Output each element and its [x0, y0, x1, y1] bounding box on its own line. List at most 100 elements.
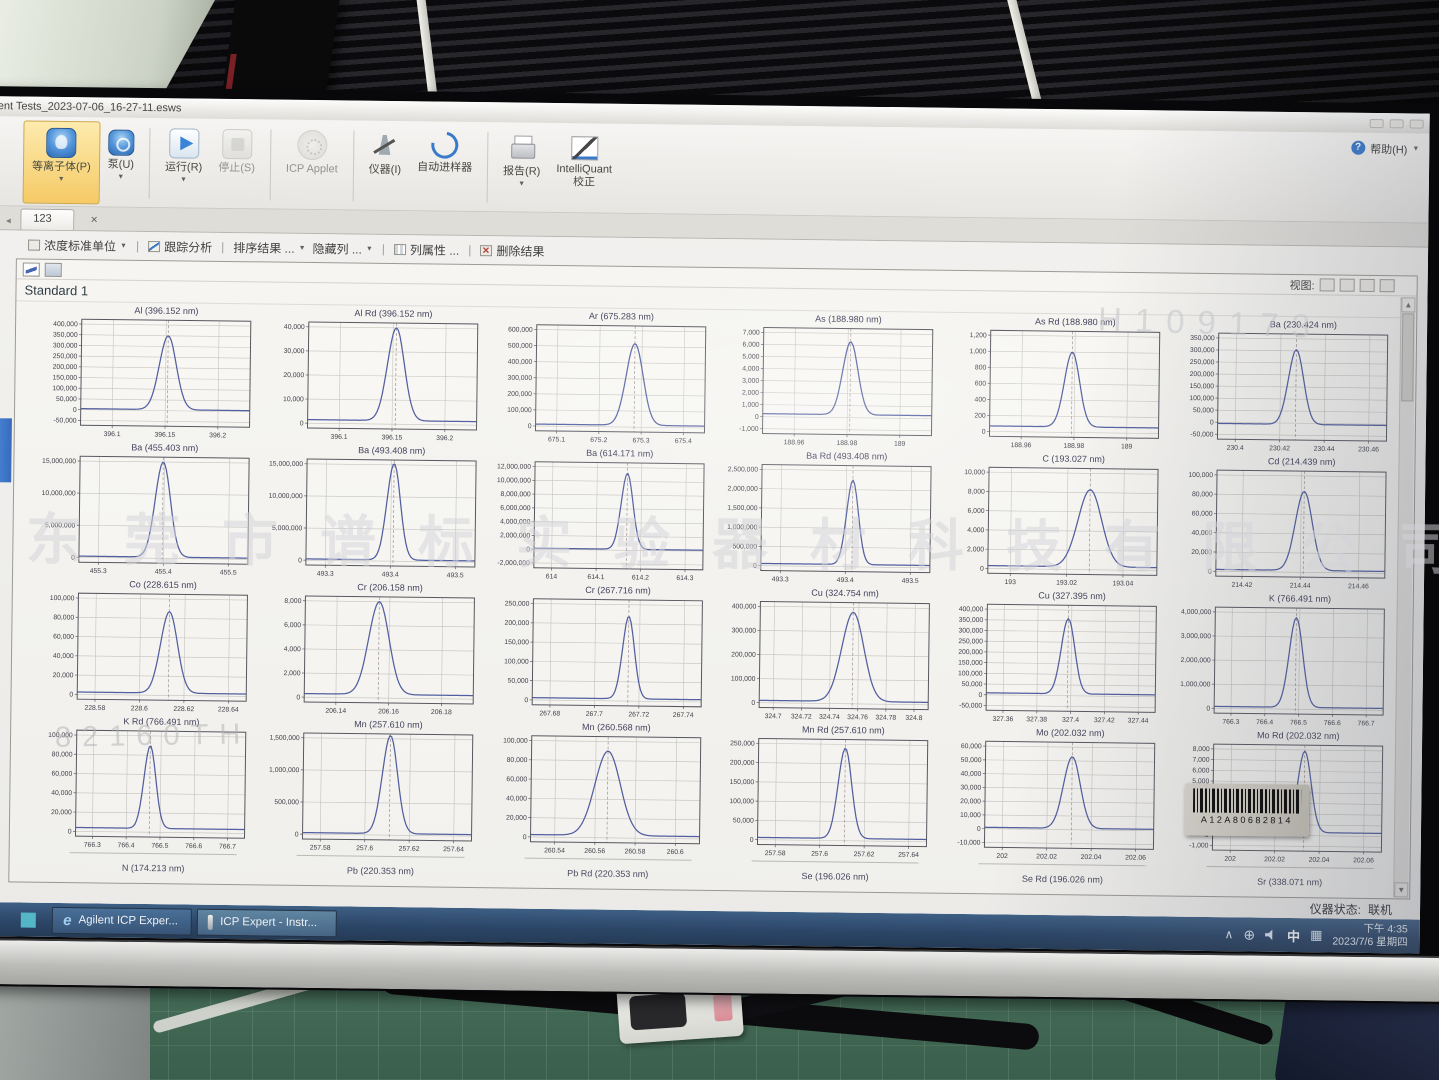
svg-text:1,000,000: 1,000,000	[727, 524, 758, 531]
chart-cell[interactable]: 7,0006,0005,0004,0003,0002,0001,0000-1,0…	[715, 312, 944, 452]
tab-close-icon[interactable]: ×	[91, 212, 98, 226]
chart-cell[interactable]: 1,500,0001,000,000500,0000257.58257.6257…	[255, 717, 484, 857]
ribbon-button-instrument[interactable]: 仪器(I)	[360, 125, 409, 209]
help-button[interactable]: ? 帮助(H) ▼	[1350, 137, 1423, 221]
box-icon	[28, 239, 40, 250]
ribbon-button-pump[interactable]: 泵(U)▼	[99, 121, 142, 205]
svg-text:40,000: 40,000	[51, 790, 72, 797]
chart-cell[interactable]: 250,000200,000150,000100,00050,0000267.6…	[484, 583, 713, 723]
svg-text:228.58: 228.58	[84, 705, 105, 712]
ime-indicator[interactable]: 中	[1287, 925, 1300, 944]
ribbon-button-autosampler[interactable]: 自动进样器	[409, 125, 481, 209]
chart-cell[interactable]: 2,500,0002,000,0001,500,0001,000,000500,…	[713, 449, 942, 589]
view-option-icon[interactable]	[1320, 278, 1335, 291]
scrollbar-thumb[interactable]	[1401, 313, 1414, 401]
chart-cell[interactable]: 10,0008,0006,0004,0002,0000193193.02193.…	[940, 452, 1169, 592]
svg-text:0: 0	[522, 834, 526, 841]
tray-expand-icon[interactable]: ∧	[1225, 927, 1234, 941]
chart-cell[interactable]: 8,0006,0004,0002,0000206.14206.16206.18C…	[257, 580, 486, 720]
toolbar-item-label: 排序结果 ...	[233, 239, 295, 257]
chart-cell[interactable]: 4,000,0003,000,0002,000,0001,000,0000766…	[1166, 591, 1395, 731]
keyboard-icon[interactable]: ▦	[1310, 927, 1322, 943]
taskbar-app-icp-expert[interactable]: ICP Expert - Instr...	[197, 908, 337, 937]
close-button[interactable]	[1410, 119, 1424, 128]
chart-cell[interactable]: 600,000500,000400,000300,000200,000100,0…	[487, 309, 716, 449]
image-view-icon[interactable]	[45, 262, 62, 276]
chart-cell[interactable]: 100,00080,00060,00040,00020,0000260.5426…	[482, 720, 711, 860]
ribbon-button-applet[interactable]: ICP Applet	[277, 124, 346, 208]
svg-text:202.06: 202.06	[1353, 857, 1374, 864]
spectrum-chart: 1,2001,0008006004002000188.96188.98189As…	[942, 315, 1171, 455]
ribbon-button-plasma[interactable]: 等离子体(P)▼	[23, 120, 101, 204]
svg-text:0: 0	[526, 546, 530, 553]
spectrum-chart: 250,000200,000150,000100,00050,0000267.6…	[484, 583, 713, 723]
volume-icon[interactable]	[1265, 929, 1277, 940]
taskbar-app-agilent[interactable]: e Agilent ICP Exper...	[52, 906, 192, 935]
minimize-button[interactable]	[1370, 118, 1384, 127]
svg-text:300,000: 300,000	[731, 627, 756, 634]
ribbon-button-report[interactable]: 报告(R)▼	[495, 126, 549, 210]
clock[interactable]: 下午 4:35 2023/7/6 星期四	[1332, 922, 1408, 949]
chart-title: Mo (202.032 nm)	[1036, 727, 1105, 738]
chart-cell[interactable]: 40,00030,00020,00010,0000396.1396.15396.…	[260, 306, 489, 446]
spectrum-chart: 350,000300,000250,000200,000150,000100,0…	[1169, 318, 1398, 458]
cropped-left-selection	[0, 418, 12, 482]
chart-cell[interactable]: 15,000,00010,000,0005,000,0000493.3493.4…	[258, 443, 487, 583]
svg-text:-1,000: -1,000	[739, 426, 759, 433]
chart-cell[interactable]: 350,000300,000250,000200,000150,000100,0…	[1169, 318, 1398, 458]
chart-cell[interactable]: 15,000,00010,000,0005,000,0000455.3455.4…	[31, 441, 260, 581]
chart-cell[interactable]: 60,00050,00040,00030,00020,00010,0000-10…	[937, 726, 1166, 866]
toolbar-item[interactable]: 浓度标准单位▼	[28, 236, 127, 254]
view-label: 视图:	[1290, 276, 1315, 292]
spectrum-chart: 60,00050,00040,00030,00020,00010,0000-10…	[937, 726, 1166, 866]
toolbar-item[interactable]: 排序结果 ...▼	[233, 239, 305, 257]
chart-cell[interactable]: 100,00080,00060,00040,00020,0000766.3766…	[28, 715, 257, 855]
view-option-icon[interactable]	[1340, 279, 1355, 292]
taskbar-app-icon[interactable]	[21, 912, 36, 927]
clock-date: 2023/7/6 星期四	[1332, 936, 1407, 950]
view-option-icon[interactable]	[1360, 279, 1375, 292]
toolbar-item[interactable]: 隐藏列 ...▼	[312, 240, 372, 258]
scroll-down-icon[interactable]: ▼	[1394, 882, 1408, 897]
svg-text:30,000: 30,000	[961, 784, 982, 791]
chart-cell[interactable]: 400,000350,000300,000250,000200,000150,0…	[33, 304, 262, 444]
svg-text:400,000: 400,000	[732, 603, 757, 610]
tab-123[interactable]: 123	[20, 208, 75, 230]
del-icon	[480, 245, 492, 256]
svg-text:230.46: 230.46	[1358, 446, 1379, 453]
ribbon-button-label: 仪器(I)	[369, 164, 402, 177]
ribbon-button-run[interactable]: 运行(R)▼	[157, 122, 211, 206]
chart-cell[interactable]: 1,2001,0008006004002000188.96188.98189As…	[942, 315, 1171, 455]
spectrum-chart: 100,00080,00060,00040,00020,0000214.4221…	[1168, 455, 1397, 595]
toolbar-item[interactable]: 删除结果	[480, 242, 544, 260]
svg-text:324.72: 324.72	[791, 713, 812, 720]
svg-text:80,000: 80,000	[53, 614, 74, 621]
ribbon-button-iq[interactable]: IntelliQuant 校正	[548, 127, 621, 211]
tab-scroll-left-icon[interactable]: ◄	[4, 216, 12, 225]
scroll-up-icon[interactable]: ▲	[1401, 297, 1415, 312]
chart-cell[interactable]: 400,000300,000200,000100,0000324.7324.72…	[711, 586, 940, 726]
svg-text:228.6: 228.6	[131, 705, 148, 712]
svg-text:150,000: 150,000	[1189, 383, 1214, 390]
svg-text:8,000,000: 8,000,000	[500, 491, 531, 498]
toolbar-item[interactable]: 列属性 ...	[394, 241, 460, 259]
svg-text:0: 0	[982, 429, 986, 436]
toolbar-item[interactable]: 跟踪分析	[148, 238, 212, 256]
spectrum-view-icon[interactable]	[23, 262, 40, 276]
svg-text:80,000: 80,000	[506, 757, 527, 764]
ribbon-button-stop[interactable]: 停止(S)	[210, 123, 264, 207]
chart-cell[interactable]: 100,00080,00060,00040,00020,0000228.5822…	[29, 578, 258, 718]
chart-cell[interactable]: 400,000350,000300,000250,000200,000150,0…	[939, 589, 1168, 729]
torch-icon	[208, 914, 213, 929]
chart-cell[interactable]: 100,00080,00060,00040,00020,0000214.4221…	[1168, 455, 1397, 595]
view-option-icon[interactable]	[1380, 279, 1395, 292]
svg-text:250,000: 250,000	[504, 601, 529, 608]
svg-text:327.4: 327.4	[1062, 717, 1079, 724]
svg-text:614.3: 614.3	[676, 575, 693, 582]
chart-cell[interactable]: 12,000,00010,000,0008,000,0006,000,0004,…	[486, 446, 715, 586]
network-icon[interactable]: ⊕	[1243, 926, 1255, 943]
svg-text:100,000: 100,000	[1189, 395, 1214, 402]
maximize-button[interactable]	[1390, 119, 1404, 128]
svg-text:50,000: 50,000	[507, 678, 528, 685]
chart-cell[interactable]: 250,000200,000150,000100,00050,0000257.5…	[710, 723, 939, 863]
